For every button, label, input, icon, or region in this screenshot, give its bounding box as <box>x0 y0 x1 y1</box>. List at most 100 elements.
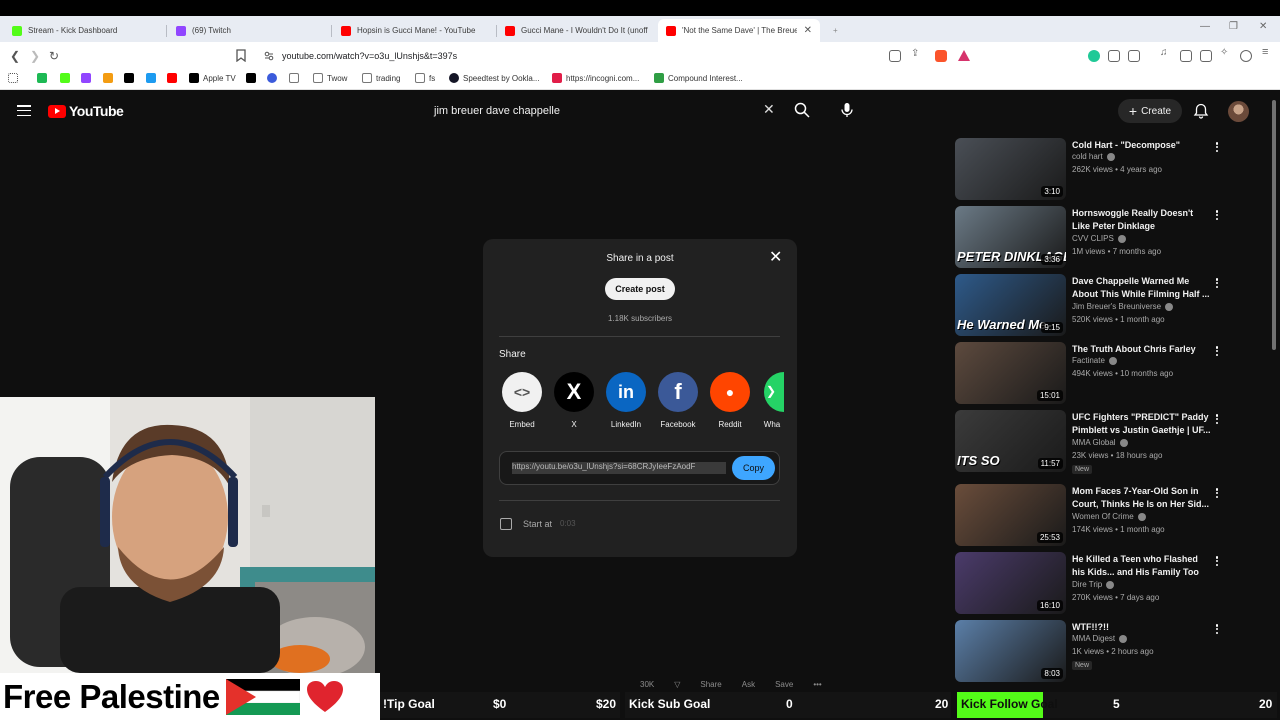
more-options-icon[interactable] <box>1212 276 1222 290</box>
minimize-icon[interactable]: — <box>1200 21 1210 32</box>
bookmark-apple-tv[interactable]: Apple TV <box>189 73 236 83</box>
video-title[interactable]: Mom Faces 7-Year-Old Son in Court, Think… <box>1072 485 1212 511</box>
bookmark-bluesky[interactable] <box>146 73 156 83</box>
recommended-video[interactable]: 3:10 Cold Hart - "Decompose" cold hart 262K… <box>955 138 1245 202</box>
back-icon[interactable]: ❮ <box>10 49 20 63</box>
scrollbar[interactable] <box>1272 100 1276 350</box>
forward-icon[interactable]: ❯ <box>30 49 40 63</box>
extensions-puzzle-icon[interactable] <box>1108 50 1120 62</box>
tab-kick-dashboard[interactable]: Stream - Kick Dashboard <box>4 19 164 42</box>
create-button[interactable]: + Create <box>1118 99 1182 123</box>
search-icon[interactable] <box>794 102 810 118</box>
video-channel[interactable]: Factinate <box>1072 356 1117 365</box>
create-post-button[interactable]: Create post <box>605 278 675 300</box>
video-title[interactable]: Dave Chappelle Warned Me About This Whil… <box>1072 275 1212 301</box>
bookmark-compound-interest[interactable]: Compound Interest... <box>654 73 743 83</box>
new-tab-button[interactable]: + <box>825 19 845 42</box>
leo-ai-icon[interactable]: ✧ <box>1220 47 1232 59</box>
recommended-video[interactable]: He Warned Me 9:15 Dave Chappelle Warned Me… <box>955 274 1245 338</box>
bookmark-incogni[interactable]: https://incogni.com... <box>552 73 639 83</box>
more-options-icon[interactable] <box>1212 208 1222 222</box>
bookmark-circle[interactable] <box>267 73 277 83</box>
tab-hopsin[interactable]: Hopsin is Gucci Mane! - YouTube <box>333 19 495 42</box>
avatar[interactable] <box>1228 101 1249 122</box>
recommended-video[interactable]: 15:01 The Truth About Chris Farley Factina… <box>955 342 1245 406</box>
bookmark-twitch[interactable] <box>81 73 91 83</box>
tab-twitch[interactable]: (69) Twitch <box>168 19 330 42</box>
video-title[interactable]: UFC Fighters "PREDICT" Paddy Pimblett vs… <box>1072 411 1212 437</box>
bookmark-x[interactable] <box>124 73 134 83</box>
video-thumbnail[interactable]: 8:03 <box>955 620 1066 682</box>
recommended-video[interactable]: ITS SO 11:57 UFC Fighters "PREDICT" Paddy … <box>955 410 1245 474</box>
close-tab-icon[interactable]: ✕ <box>804 25 812 36</box>
bookmark-folder-fs[interactable]: fs <box>415 73 435 83</box>
share-reddit-button[interactable]: ● Reddit <box>708 372 752 429</box>
more-options-icon[interactable] <box>1212 412 1222 426</box>
chevron-right-icon[interactable]: ❯ <box>766 384 782 400</box>
shield-icon[interactable] <box>1240 50 1252 62</box>
share-linkedin-button[interactable]: in LinkedIn <box>604 372 648 429</box>
youtube-logo[interactable]: YouTube <box>48 103 124 119</box>
bookmark-kick[interactable] <box>60 73 70 83</box>
share-page-icon[interactable]: ⇪ <box>911 48 923 60</box>
recommended-video[interactable]: PETER DINKLAGE 3:36 Hornswoggle Really Doe… <box>955 206 1245 270</box>
share-wha-button[interactable]: Wha <box>760 372 784 429</box>
video-channel[interactable]: cold hart <box>1072 152 1115 161</box>
reload-icon[interactable]: ↻ <box>49 49 59 63</box>
notifications-bell-icon[interactable] <box>1193 103 1209 119</box>
start-time-field[interactable]: 0:03 <box>560 519 576 528</box>
video-thumbnail[interactable]: ITS SO 11:57 <box>955 410 1066 472</box>
search-input[interactable]: jim breuer dave chappelle <box>424 99 786 123</box>
share-facebook-button[interactable]: f Facebook <box>656 372 700 429</box>
brave-shield-icon[interactable] <box>935 50 947 62</box>
bookmark-folder[interactable] <box>289 73 299 83</box>
video-title[interactable]: Cold Hart - "Decompose" <box>1072 139 1212 152</box>
brave-rewards-icon[interactable] <box>958 50 970 61</box>
close-window-icon[interactable]: ✕ <box>1259 21 1267 32</box>
bookmark-folder-twow[interactable]: Twow <box>313 73 347 83</box>
hamburger-menu-icon[interactable] <box>17 105 31 116</box>
video-channel[interactable]: CVV CLIPS <box>1072 234 1126 243</box>
share-embed-button[interactable]: <> Embed <box>500 372 544 429</box>
video-title[interactable]: Hornswoggle Really Doesn't Like Peter Di… <box>1072 207 1212 233</box>
sidebar-icon[interactable] <box>1180 50 1192 62</box>
video-thumbnail[interactable]: 16:10 <box>955 552 1066 614</box>
recommended-video[interactable]: 25:53 Mom Faces 7-Year-Old Son in Court, … <box>955 484 1245 548</box>
menu-icon[interactable]: ≡ <box>1262 46 1274 58</box>
more-options-icon[interactable] <box>1212 486 1222 500</box>
more-options-icon[interactable] <box>1212 344 1222 358</box>
video-channel[interactable]: MMA Digest <box>1072 634 1128 643</box>
start-at-checkbox[interactable] <box>500 518 512 530</box>
share-x-button[interactable]: XX <box>552 372 596 429</box>
tab-not-the-same-dave[interactable]: 'Not the Same Dave' | The Breue ✕ <box>658 19 820 42</box>
bookmark-r[interactable] <box>246 73 256 83</box>
video-title[interactable]: He Killed a Teen who Flashed his Kids...… <box>1072 553 1212 579</box>
bookmark-speedtest[interactable]: Speedtest by Ookla... <box>449 73 540 83</box>
video-thumbnail[interactable]: 15:01 <box>955 342 1066 404</box>
bookmark-icon[interactable] <box>236 49 246 62</box>
more-options-icon[interactable] <box>1212 140 1222 154</box>
cast-icon[interactable] <box>889 50 901 62</box>
wallet-icon[interactable] <box>1128 50 1140 62</box>
site-info-icon[interactable] <box>264 51 274 61</box>
bookmark-spotify[interactable] <box>37 73 47 83</box>
more-options-icon[interactable] <box>1212 622 1222 636</box>
video-channel[interactable]: Jim Breuer's Breuniverse <box>1072 302 1174 311</box>
vpn-icon[interactable] <box>1200 50 1212 62</box>
video-thumbnail[interactable]: He Warned Me 9:15 <box>955 274 1066 336</box>
video-channel[interactable]: Women Of Crime <box>1072 512 1146 521</box>
microphone-icon[interactable] <box>839 102 855 118</box>
video-thumbnail[interactable]: PETER DINKLAGE 3:36 <box>955 206 1066 268</box>
video-thumbnail[interactable]: 25:53 <box>955 484 1066 546</box>
music-icon[interactable]: ♫ <box>1160 47 1172 59</box>
clear-search-icon[interactable]: ✕ <box>763 102 775 116</box>
recommended-video[interactable]: 16:10 He Killed a Teen who Flashed his Ki… <box>955 552 1245 616</box>
video-thumbnail[interactable]: 3:10 <box>955 138 1066 200</box>
video-channel[interactable]: MMA Global <box>1072 438 1128 447</box>
maximize-icon[interactable]: ❐ <box>1229 21 1238 32</box>
video-title[interactable]: WTF!!?!! <box>1072 621 1212 634</box>
more-options-icon[interactable] <box>1212 554 1222 568</box>
apps-icon[interactable] <box>8 73 18 83</box>
bookmark-folder-trading[interactable]: trading <box>362 73 400 83</box>
tab-gucci[interactable]: Gucci Mane - I Wouldn't Do It (unoff <box>497 19 657 42</box>
